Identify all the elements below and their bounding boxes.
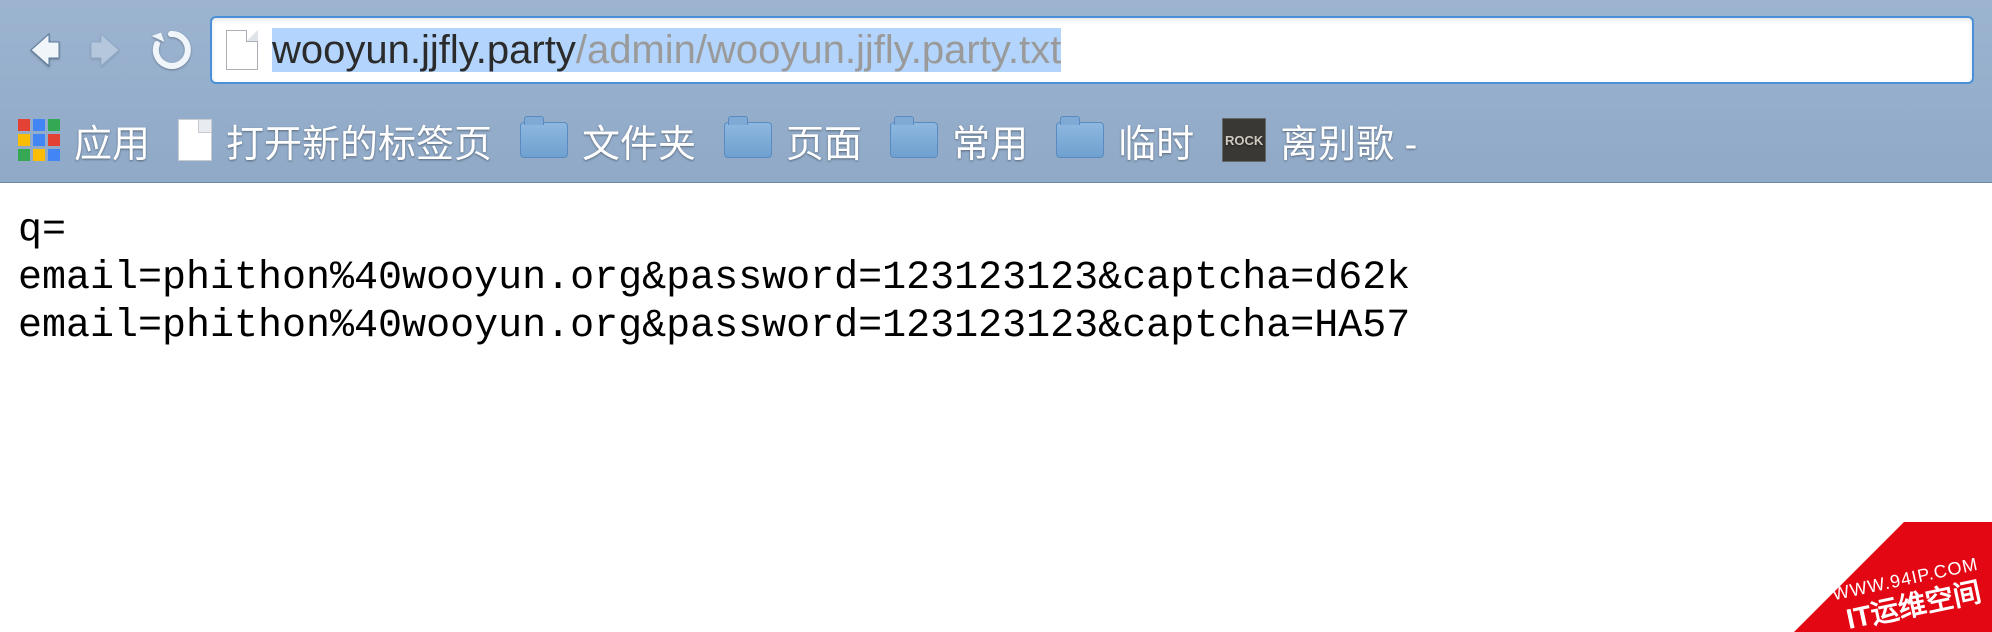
folder-icon bbox=[1056, 122, 1104, 158]
navigation-row: wooyun.jjfly.party/admin/wooyun.jjfly.pa… bbox=[0, 0, 1992, 100]
url-path: /admin/wooyun.jjfly.party.txt bbox=[576, 28, 1061, 72]
bookmark-label: 页面 bbox=[786, 113, 862, 168]
forward-button[interactable] bbox=[82, 25, 132, 75]
bookmark-label: 打开新的标签页 bbox=[226, 113, 492, 168]
apps-label: 应用 bbox=[74, 113, 150, 168]
bookmark-label: 临时 bbox=[1118, 113, 1194, 168]
url-text: wooyun.jjfly.party/admin/wooyun.jjfly.pa… bbox=[272, 28, 1061, 73]
content-line: email=phithon%40wooyun.org&password=1231… bbox=[18, 256, 1410, 301]
back-button[interactable] bbox=[18, 25, 68, 75]
page-file-icon bbox=[226, 30, 258, 70]
avatar-icon: ROCK bbox=[1222, 118, 1266, 162]
reload-icon bbox=[149, 28, 193, 72]
reload-button[interactable] bbox=[146, 25, 196, 75]
page-content: q= email=phithon%40wooyun.org&password=1… bbox=[0, 183, 1992, 375]
arrow-left-icon bbox=[19, 26, 67, 74]
bookmark-item-pages[interactable]: 页面 bbox=[724, 113, 862, 168]
bookmark-label: 离别歌 - bbox=[1280, 113, 1417, 168]
arrow-right-icon bbox=[83, 26, 131, 74]
watermark: WWW.94IP.COM IT运维空间 bbox=[1712, 522, 1992, 632]
apps-grid-icon bbox=[18, 119, 60, 161]
bookmark-item-libiege[interactable]: ROCK 离别歌 - bbox=[1222, 113, 1417, 168]
folder-icon bbox=[724, 122, 772, 158]
browser-chrome: wooyun.jjfly.party/admin/wooyun.jjfly.pa… bbox=[0, 0, 1992, 183]
bookmark-label: 常用 bbox=[952, 113, 1028, 168]
bookmark-item-common[interactable]: 常用 bbox=[890, 113, 1028, 168]
document-icon bbox=[178, 119, 212, 161]
bookmark-label: 文件夹 bbox=[582, 113, 696, 168]
folder-icon bbox=[890, 122, 938, 158]
url-host: wooyun.jjfly.party bbox=[272, 28, 576, 72]
bookmark-item-temp[interactable]: 临时 bbox=[1056, 113, 1194, 168]
content-line: email=phithon%40wooyun.org&password=1231… bbox=[18, 304, 1410, 349]
content-line: q= bbox=[18, 208, 66, 253]
bookmark-item-newtab[interactable]: 打开新的标签页 bbox=[178, 113, 492, 168]
bookmarks-bar: 应用 打开新的标签页 文件夹 页面 常用 临时 ROCK 离别歌 - bbox=[0, 100, 1992, 182]
folder-icon bbox=[520, 122, 568, 158]
bookmark-item-folder1[interactable]: 文件夹 bbox=[520, 113, 696, 168]
address-bar[interactable]: wooyun.jjfly.party/admin/wooyun.jjfly.pa… bbox=[210, 16, 1974, 84]
apps-button[interactable]: 应用 bbox=[18, 113, 150, 168]
